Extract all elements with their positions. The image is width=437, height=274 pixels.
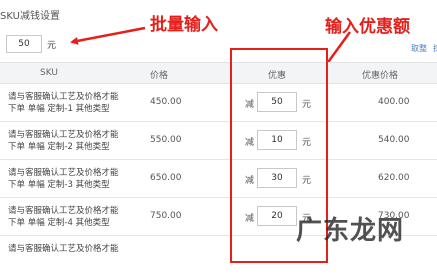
watermark-logo: 广东龙网 [296, 216, 405, 246]
discount-input[interactable]: 20 [257, 206, 297, 226]
price-value: 550.00 [150, 135, 182, 145]
price-value: 750.00 [150, 211, 182, 221]
arrow-to-batch-input [70, 26, 146, 45]
header-links: 取整抹 [411, 43, 437, 54]
unit-label: 元 [302, 100, 312, 110]
sku-name: 请与客服确认工艺及价格才能 [8, 244, 119, 254]
discount-price-value: 400.00 [378, 97, 410, 107]
sku-name: 请与客服确认工艺及价格才能 下单 单幅 定制-3 其他类型 [8, 168, 119, 190]
discount-price-value: 620.00 [378, 173, 410, 183]
sku-name: 请与客服确认工艺及价格才能 下单 单幅 定制-4 其他类型 [8, 206, 119, 228]
minus-label: 减 [245, 138, 255, 148]
more-link[interactable]: 抹 [433, 44, 437, 53]
header-discount-price: 优惠价格 [362, 71, 399, 81]
discount-input[interactable]: 30 [257, 168, 297, 188]
minus-label: 减 [245, 100, 255, 110]
table-header: SKU 价格 优惠 优惠价格 [0, 62, 437, 84]
header-discount: 优惠 [268, 71, 287, 81]
table-row: 请与客服确认工艺及价格才能 下单 单幅 定制-2 其他类型 550.00 减 1… [0, 122, 437, 160]
header-sku: SKU [40, 68, 58, 78]
discount-input[interactable]: 50 [257, 92, 297, 112]
minus-label: 减 [245, 214, 255, 224]
discount-price-value: 540.00 [378, 135, 410, 145]
unit-label: 元 [302, 138, 312, 148]
table-row: 请与客服确认工艺及价格才能 下单 单幅 定制-1 其他类型 450.00 减 5… [0, 84, 437, 122]
sku-name: 请与客服确认工艺及价格才能 下单 单幅 定制-2 其他类型 [8, 130, 119, 152]
price-value: 450.00 [150, 97, 182, 107]
sku-name: 请与客服确认工艺及价格才能 下单 单幅 定制-1 其他类型 [8, 92, 119, 114]
table-row: 请与客服确认工艺及价格才能 下单 单幅 定制-3 其他类型 650.00 减 3… [0, 160, 437, 198]
price-value: 650.00 [150, 173, 182, 183]
unit-label: 元 [302, 176, 312, 186]
minus-label: 减 [245, 176, 255, 186]
round-link[interactable]: 取整 [411, 44, 427, 53]
header-price: 价格 [150, 71, 169, 81]
discount-input[interactable]: 10 [257, 130, 297, 150]
